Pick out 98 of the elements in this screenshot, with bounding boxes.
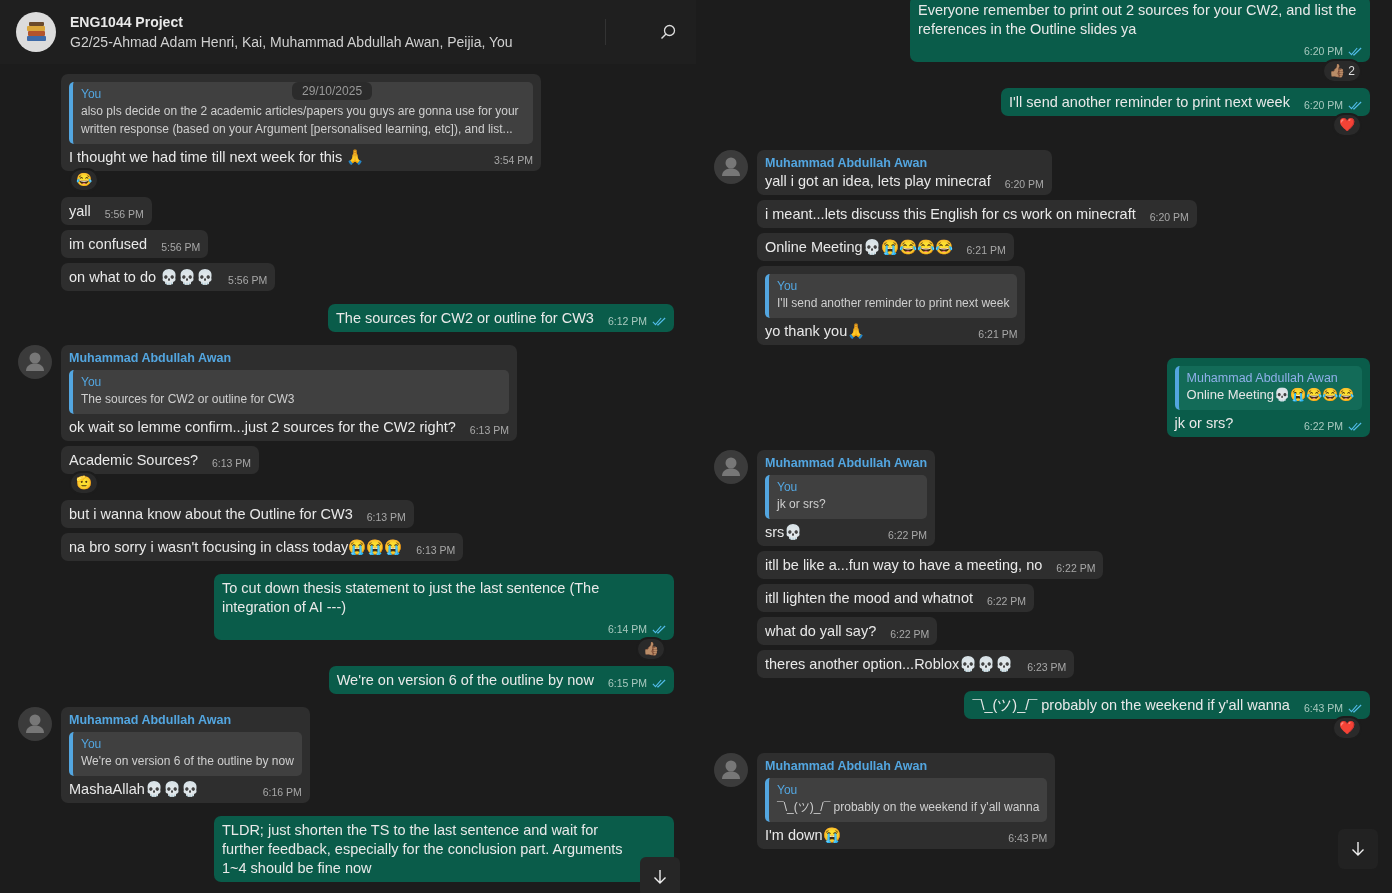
- reaction-chip[interactable]: 🫡: [69, 471, 99, 495]
- chat-title: ENG1044 Project: [70, 13, 184, 32]
- message-time: 6:20 PM: [1004, 177, 1044, 192]
- quote-author: You: [777, 782, 798, 798]
- message-text: ¯\_(ツ)_/¯ probably on the weekend if y'all wanna: [972, 696, 1290, 715]
- quoted-message[interactable]: You jk or srs?: [765, 475, 928, 519]
- message-time: 6:13 PM: [416, 543, 456, 558]
- message-time: 6:22 PM: [1303, 419, 1343, 434]
- message-time: 6:16 PM: [262, 785, 302, 800]
- message-time: 6:22 PM: [987, 594, 1027, 609]
- group-books-icon[interactable]: [16, 12, 56, 52]
- message-text: jk or srs?: [1174, 414, 1234, 433]
- message-time: 5:56 PM: [104, 207, 144, 222]
- message-time: 6:13 PM: [211, 456, 252, 471]
- message-text: Online Meeting💀😭😂😂😂: [765, 238, 953, 257]
- reaction-chip[interactable]: ❤: [1332, 716, 1362, 740]
- quoted-message[interactable]: You The sources for CW2 or outline for CW3: [69, 370, 509, 414]
- reaction-chip[interactable]: 👍🏽: [636, 637, 666, 661]
- message-time: 5:56 PM: [161, 240, 201, 255]
- arrow-down-icon: [1350, 841, 1366, 857]
- message-time: 6:21 PM: [966, 243, 1006, 258]
- message-text: itll be like a...fun way to have a meeting, no: [765, 556, 1043, 575]
- quoted-message[interactable]: You We're on version 6 of the outline by now: [69, 732, 302, 776]
- quote-author: Muhammad Abdullah Awan: [1186, 370, 1338, 386]
- avatar-icon[interactable]: [714, 450, 748, 484]
- quote-author: You: [81, 736, 102, 752]
- message-time: 6:22 PM: [887, 528, 928, 543]
- message-text: TLDR; just shorten the TS to the last sentence and wait for further feedback, especially for the conclusion part. Arguments 1~4 should be fine now: [222, 821, 624, 878]
- date-chip: 29/10/2025: [292, 82, 373, 100]
- sender-name: Muhammad Abdullah Awan: [69, 350, 233, 367]
- message-time: 6:43 PM: [1303, 701, 1343, 716]
- reaction-chip[interactable]: 👍🏽 2: [1322, 59, 1362, 83]
- message-time: 6:22 PM: [890, 627, 930, 642]
- scroll-down-button[interactable]: [1338, 829, 1378, 869]
- message-text: yo thank you🙏: [765, 322, 866, 341]
- message-time: 5:56 PM: [228, 273, 268, 288]
- message-text: theres another option...Roblox💀💀💀: [765, 655, 1014, 674]
- quoted-message[interactable]: You I'll send another reminder to print next week: [765, 274, 1018, 318]
- message-text: yall: [69, 202, 91, 221]
- message-time: 6:20 PM: [1303, 44, 1343, 59]
- avatar-icon[interactable]: [714, 753, 748, 787]
- message-text: I'll send another reminder to print next week: [1009, 93, 1290, 112]
- message-time: 6:13 PM: [469, 423, 509, 438]
- quoted-message[interactable]: Muhammad Abdullah Awan Online Meeting💀😭😂😂😂: [1174, 366, 1362, 410]
- message-text: Academic Sources?: [69, 451, 198, 470]
- quote-text: also pls decide on the 2 academic articles/papers you guys are gonna use for your written response (based on your Argument [personalised learning, etc]), and list...: [81, 103, 520, 138]
- message-text: The sources for CW2 or outline for CW3: [336, 309, 594, 328]
- quote-text: I'll send another reminder to print next week: [777, 295, 1010, 312]
- message-text: I thought we had time till next week for this 🙏: [69, 148, 365, 167]
- message-time: 6:13 PM: [366, 510, 406, 525]
- quote-text: The sources for CW2 or outline for CW3: [81, 391, 296, 408]
- quote-text: We're on version 6 of the outline by now: [81, 753, 294, 770]
- message-text: MashaAllah💀💀💀: [69, 780, 199, 799]
- quote-author: You: [777, 479, 798, 495]
- quote-text: Online Meeting💀😭😂😂😂: [1186, 386, 1354, 404]
- message-text: but i wanna know about the Outline for CW3: [69, 505, 353, 524]
- message-text: Everyone remember to print out 2 sources for your CW2, and list the references in the Outline slides ya: [918, 1, 1358, 39]
- sender-name: Muhammad Abdullah Awan: [765, 455, 928, 472]
- avatar-icon[interactable]: [714, 150, 748, 184]
- message-text: We're on version 6 of the outline by now: [336, 671, 594, 690]
- message-time: 6:14 PM: [607, 622, 647, 637]
- arrow-down-icon: [652, 869, 668, 885]
- message-text: im confused: [69, 235, 148, 254]
- quote-author: You: [777, 278, 798, 294]
- sender-name: Muhammad Abdullah Awan: [69, 712, 233, 729]
- quote-text: jk or srs?: [777, 496, 827, 513]
- message-text: ok wait so lemme confirm...just 2 sources for the CW2 right?: [69, 418, 456, 437]
- message-time: 6:23 PM: [1027, 660, 1067, 675]
- quote-text: ¯\_(ツ)_/¯ probably on the weekend if y'all wanna: [777, 799, 1040, 816]
- sender-name: Muhammad Abdullah Awan: [765, 155, 929, 172]
- message-time: 6:22 PM: [1056, 561, 1096, 576]
- chat-members: G2/25-Ahmad Adam Henri, Kai, Muhammad Abdullah Awan, Peijia, You: [70, 33, 514, 52]
- message-text: na bro sorry i wasn't focusing in class today😭😭😭: [69, 538, 403, 557]
- reaction-chip[interactable]: 😂: [69, 168, 99, 192]
- message-time: 3:54 PM: [493, 153, 533, 168]
- reaction-chip[interactable]: ❤: [1332, 113, 1362, 137]
- message-time: 6:20 PM: [1149, 210, 1189, 225]
- quote-author: You: [81, 86, 102, 102]
- avatar-icon[interactable]: [18, 707, 52, 741]
- search-icon[interactable]: [660, 24, 676, 40]
- quote-author: You: [81, 374, 102, 390]
- message-text: yall i got an idea, lets play minecraf: [765, 172, 991, 191]
- message-time: 6:12 PM: [607, 314, 647, 329]
- message-text: srs💀: [765, 523, 803, 542]
- message-text: what do yall say?: [765, 622, 877, 641]
- quoted-message[interactable]: You ¯\_(ツ)_/¯ probably on the weekend if y'all wanna: [765, 778, 1048, 822]
- sender-name: Muhammad Abdullah Awan: [765, 758, 929, 775]
- message-time: 6:15 PM: [607, 676, 647, 691]
- message-text: itll lighten the mood and whatnot: [765, 589, 973, 608]
- message-time: 6:21 PM: [978, 327, 1018, 342]
- message-text: I'm down😭: [765, 826, 841, 845]
- scroll-down-button[interactable]: [640, 857, 680, 893]
- avatar-icon[interactable]: [18, 345, 52, 379]
- message-time: 6:20 PM: [1303, 98, 1343, 113]
- message-text: i meant...lets discuss this English for cs work on minecraft: [765, 205, 1136, 224]
- message-text: on what to do 💀💀💀: [69, 268, 215, 287]
- message-text: To cut down thesis statement to just the last sentence (The integration of AI ---): [222, 579, 601, 617]
- message-time: 6:43 PM: [1008, 831, 1048, 846]
